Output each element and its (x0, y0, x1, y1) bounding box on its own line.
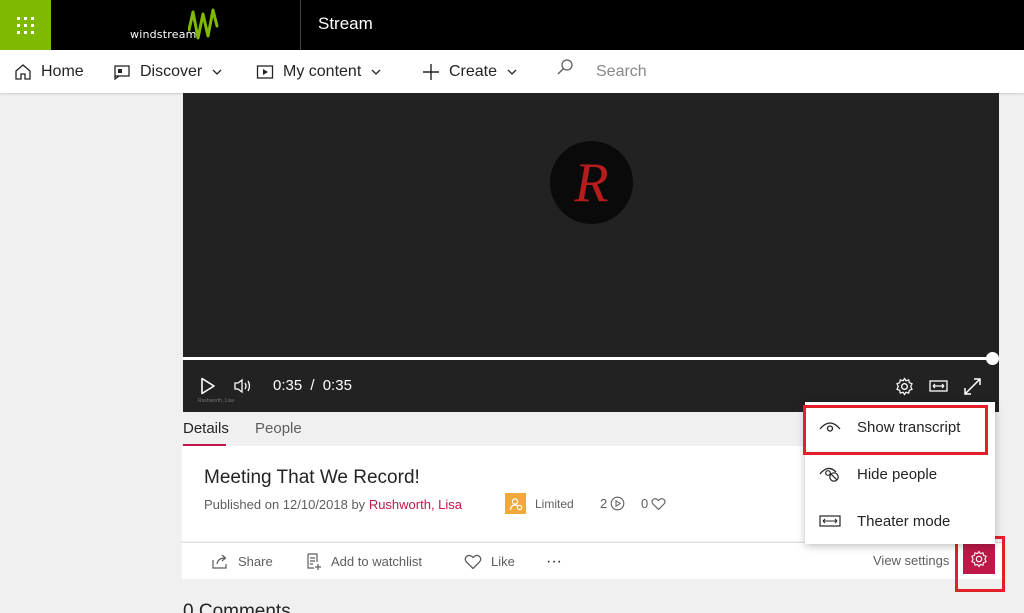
discover-icon (114, 64, 130, 80)
nav-my-content[interactable]: My content (256, 50, 381, 93)
search-input[interactable] (596, 62, 796, 81)
nav-create-label: Create (449, 62, 498, 80)
share-label: Share (238, 554, 273, 569)
hide-people-icon (819, 467, 839, 482)
fullscreen-button[interactable] (963, 375, 982, 397)
video-player[interactable]: R 0:35 / 0:35 Rushworth, Lisa (183, 93, 999, 412)
play-icon (201, 377, 215, 395)
app-launcher-button[interactable] (0, 0, 51, 50)
play-button[interactable] (200, 375, 216, 397)
chevron-down-icon (371, 69, 381, 75)
menu-item-label: Theater mode (857, 512, 951, 530)
theater-icon (929, 380, 948, 392)
heart-icon (651, 497, 666, 510)
current-time: 0:35 (273, 377, 303, 394)
watchlist-label: Add to watchlist (331, 554, 423, 569)
waffle-icon (17, 16, 34, 34)
nav-home[interactable]: Home (14, 50, 84, 93)
topbar-divider (300, 0, 301, 50)
more-options-button[interactable]: ··· (546, 543, 562, 580)
chevron-down-icon (507, 69, 517, 75)
volume-icon (234, 378, 251, 394)
nav-discover[interactable]: Discover (113, 50, 222, 93)
search-box[interactable] (556, 50, 796, 93)
gear-icon (896, 377, 913, 395)
windstream-wave-icon (188, 8, 219, 40)
views-count: 2 (600, 496, 625, 511)
nav-create[interactable]: Create (422, 50, 517, 93)
brand-logo[interactable]: windstream (128, 8, 228, 42)
chevron-down-icon (212, 69, 222, 75)
menu-item-hide-people[interactable]: Hide people (805, 452, 995, 496)
likes-count: 0 (641, 496, 666, 511)
tab-people[interactable]: People (255, 420, 302, 437)
share-icon (212, 554, 227, 569)
volume-button[interactable] (233, 375, 253, 397)
search-icon (557, 58, 573, 74)
comments-heading: 0 Comments (183, 601, 291, 613)
video-meta: Published on 12/10/2018 by Rushworth, Li… (204, 497, 462, 512)
nav-discover-label: Discover (140, 62, 203, 80)
logo-letter: R (574, 151, 609, 214)
author-link[interactable]: Rushworth, Lisa (369, 497, 462, 512)
app-title[interactable]: Stream (318, 14, 373, 34)
menu-item-theater-mode[interactable]: Theater mode (805, 499, 995, 543)
views-value: 2 (600, 496, 608, 511)
player-settings-button[interactable] (895, 375, 914, 397)
published-text: Published on 12/10/2018 by (204, 497, 366, 512)
home-icon (15, 63, 31, 80)
theater-icon (819, 515, 841, 527)
visibility-badge[interactable]: Limited (505, 493, 574, 514)
menu-item-label: Hide people (857, 465, 938, 483)
gear-highlight-box (955, 536, 1005, 592)
nav-bar: Home Discover My content Create (0, 50, 1024, 93)
heart-icon (464, 554, 482, 569)
progress-knob[interactable] (986, 352, 999, 365)
share-button[interactable]: Share (212, 543, 273, 580)
limited-icon (505, 493, 526, 514)
transcript-highlight-box (803, 405, 988, 455)
like-button[interactable]: Like (464, 543, 515, 580)
duration: 0:35 (322, 377, 352, 394)
action-bar: Share Add to watchlist Like ··· (182, 542, 812, 579)
plus-icon (423, 63, 439, 80)
theater-mode-button[interactable] (929, 375, 948, 397)
video-details-card: Meeting That We Record! Published on 12/… (182, 446, 812, 541)
my-content-icon (256, 64, 274, 79)
channel-logo: R (550, 141, 633, 224)
tab-details[interactable]: Details (183, 420, 229, 446)
progress-bar[interactable] (183, 357, 991, 360)
fullscreen-icon (964, 377, 981, 395)
views-play-icon (610, 496, 625, 511)
likes-value: 0 (641, 496, 649, 511)
add-to-watchlist-button[interactable]: Add to watchlist (306, 543, 422, 580)
video-title: Meeting That We Record! (204, 467, 420, 488)
like-label: Like (491, 554, 515, 569)
visibility-label: Limited (535, 496, 574, 511)
nav-home-label: Home (41, 62, 84, 80)
time-display: 0:35 / 0:35 (273, 377, 352, 394)
time-separator: / (310, 377, 315, 394)
top-bar: windstream Stream (0, 0, 1024, 50)
view-settings-label[interactable]: View settings (873, 553, 949, 568)
nav-my-content-label: My content (283, 62, 362, 80)
brand-name: windstream (130, 28, 197, 41)
video-watermark: Rushworth, Lisa (198, 398, 234, 404)
watchlist-icon (307, 553, 321, 570)
